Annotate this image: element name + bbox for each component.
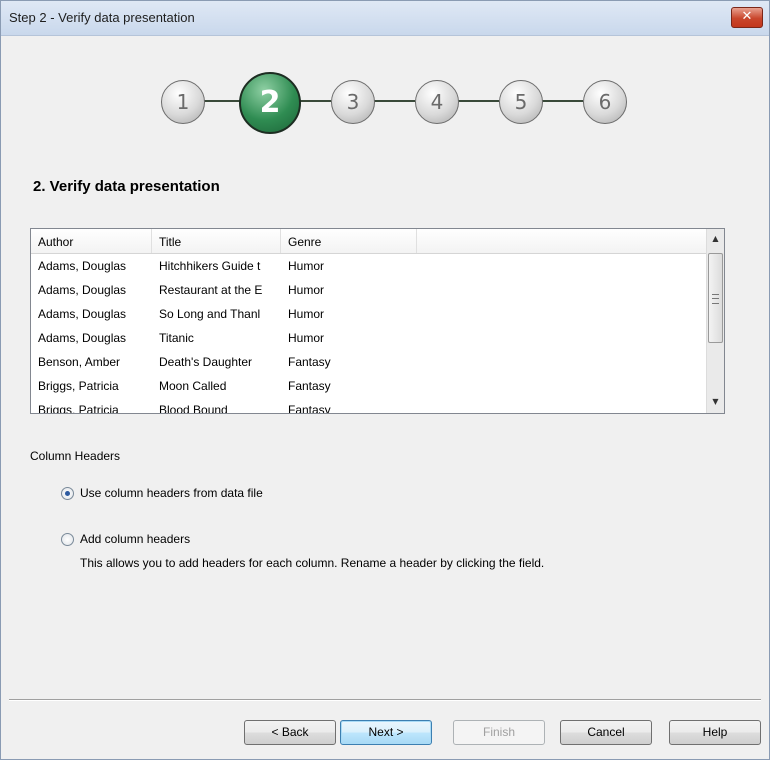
close-button[interactable]: ✕ [731,7,763,28]
cell-genre: Fantasy [288,379,331,393]
back-button[interactable]: < Back [244,720,336,745]
step-4: 4 [415,80,459,124]
data-preview-list[interactable]: Author Title Genre Adams, Douglas Hitchh… [30,228,725,414]
cell-genre: Humor [288,283,325,297]
cell-author: Briggs, Patricia [38,403,119,414]
close-icon: ✕ [741,9,753,24]
cell-author: Benson, Amber [38,355,121,369]
cell-author: Adams, Douglas [38,307,127,321]
table-row[interactable]: Briggs, Patricia Blood Bound Fantasy [31,398,707,414]
cell-genre: Fantasy [288,355,331,369]
add-headers-hint: This allows you to add headers for each … [80,556,545,570]
step-indicator: 1 2 3 4 5 6 [161,72,631,134]
cell-author: Briggs, Patricia [38,379,119,393]
step-connector [299,100,331,102]
cell-title: Blood Bound [159,403,228,414]
window-title: Step 2 - Verify data presentation [9,10,195,25]
grip-icon [712,294,719,304]
cell-title: Titanic [159,331,194,345]
cell-genre: Humor [288,331,325,345]
vertical-scrollbar[interactable]: ▲ ▼ [706,229,724,413]
table-row[interactable]: Adams, Douglas Restaurant at the E Humor [31,278,707,302]
table-row[interactable]: Benson, Amber Death's Daughter Fantasy [31,350,707,374]
finish-button[interactable]: Finish [453,720,545,745]
radio-use-headers[interactable] [61,487,74,500]
cell-title: Moon Called [159,379,227,393]
column-header-empty [417,229,707,253]
table-row[interactable]: Adams, Douglas So Long and Thanl Humor [31,302,707,326]
column-header-genre[interactable]: Genre [281,229,417,253]
cell-author: Adams, Douglas [38,259,127,273]
column-header-title[interactable]: Title [152,229,281,253]
cell-author: Adams, Douglas [38,283,127,297]
column-header-author[interactable]: Author [31,229,152,253]
scrollbar-thumb[interactable] [708,253,723,343]
help-button[interactable]: Help [669,720,761,745]
table-row[interactable]: Adams, Douglas Hitchhikers Guide t Humor [31,254,707,278]
list-body: Adams, Douglas Hitchhikers Guide t Humor… [31,254,707,414]
radio-add-headers-label[interactable]: Add column headers [80,532,190,546]
step-1: 1 [161,80,205,124]
next-button[interactable]: Next > [340,720,432,745]
step-connector [373,100,415,102]
wizard-window: Step 2 - Verify data presentation ✕ 1 2 … [0,0,770,760]
scroll-up-icon[interactable]: ▲ [707,230,724,247]
list-header: Author Title Genre [31,229,707,254]
page-heading: 2. Verify data presentation [33,178,220,195]
cell-genre: Fantasy [288,403,331,414]
title-bar: Step 2 - Verify data presentation ✕ [1,1,769,36]
cancel-button[interactable]: Cancel [560,720,652,745]
step-connector [201,100,241,102]
cell-author: Adams, Douglas [38,331,127,345]
radio-add-headers[interactable] [61,533,74,546]
table-row[interactable]: Briggs, Patricia Moon Called Fantasy [31,374,707,398]
cell-title: Hitchhikers Guide t [159,259,261,273]
cell-genre: Humor [288,307,325,321]
step-5: 5 [499,80,543,124]
cell-title: So Long and Thanl [159,307,261,321]
cell-title: Restaurant at the E [159,283,263,297]
scroll-down-icon[interactable]: ▼ [707,393,724,410]
step-3: 3 [331,80,375,124]
cell-title: Death's Daughter [159,355,253,369]
step-6: 6 [583,80,627,124]
step-2-active: 2 [239,72,301,134]
column-headers-label: Column Headers [30,449,121,463]
cell-genre: Humor [288,259,325,273]
step-connector [457,100,499,102]
wizard-content: 1 2 3 4 5 6 2. Verify data presentation … [1,36,769,759]
footer-separator [9,699,761,701]
radio-use-headers-label[interactable]: Use column headers from data file [80,486,263,500]
step-connector [541,100,583,102]
table-row[interactable]: Adams, Douglas Titanic Humor [31,326,707,350]
